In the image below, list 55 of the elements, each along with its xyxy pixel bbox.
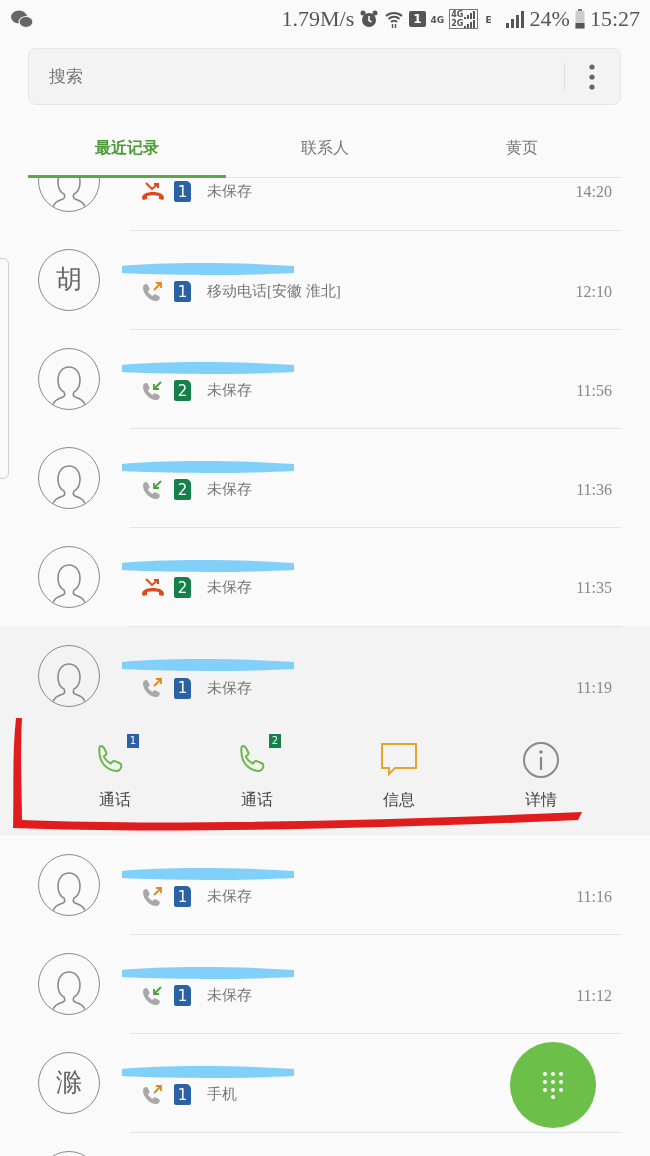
- sim-indicator: 1: [409, 11, 426, 27]
- number-type: 移动电话[安徽 淮北]: [207, 282, 341, 301]
- network-type: E: [485, 15, 492, 25]
- alarm-icon: [359, 9, 380, 29]
- action-button[interactable]: 信息: [328, 725, 470, 835]
- chat-app-icon: [10, 9, 34, 29]
- number-type: 手机: [207, 1085, 237, 1104]
- network-type: 2G: [451, 19, 464, 28]
- sim-badge: 1: [174, 886, 191, 907]
- call-time: 11:35: [576, 578, 612, 597]
- tab[interactable]: 黄页: [423, 122, 621, 178]
- search-bar[interactable]: 搜索: [28, 48, 621, 105]
- more-options-icon[interactable]: [589, 63, 595, 90]
- action-button[interactable]: 2 通话: [186, 725, 328, 835]
- network-speed: 1.79M/s: [281, 6, 355, 32]
- call-time: 12:10: [575, 282, 612, 301]
- number-type: 未保存: [207, 678, 252, 698]
- info-icon: [521, 739, 561, 780]
- wifi-icon: [384, 9, 405, 29]
- avatar: [38, 446, 100, 509]
- number-type: 未保存: [207, 986, 252, 1005]
- missed-call-icon: [140, 180, 166, 203]
- sim-badge: 2: [174, 479, 191, 500]
- number-type: 未保存: [207, 480, 252, 499]
- signal-icon: [504, 10, 525, 28]
- call-time: 11:19: [576, 679, 612, 697]
- call-time: 14:20: [575, 182, 612, 201]
- call-time: 11:56: [576, 381, 612, 400]
- sim-badge: 2: [174, 577, 191, 598]
- call-time: 11:36: [576, 480, 612, 499]
- number-type: 未保存: [207, 182, 252, 201]
- sim-badge: 2: [174, 380, 191, 401]
- search-field[interactable]: 搜索: [47, 65, 564, 88]
- missed-call-icon: [140, 576, 166, 599]
- sim-badge: 1: [174, 281, 191, 302]
- network-type: 4G: [430, 15, 445, 25]
- action-button[interactable]: 1 通话: [44, 725, 186, 835]
- number-type: 未保存: [207, 578, 252, 597]
- tab[interactable]: 联系人: [225, 122, 424, 178]
- battery-icon: [574, 9, 585, 29]
- call-time: 11:16: [576, 887, 612, 906]
- number-type: 未保存: [207, 887, 252, 906]
- sim-badge: 1: [174, 985, 191, 1006]
- network-type: 4G: [451, 10, 464, 19]
- sim-badge: 1: [174, 677, 191, 699]
- sim-badge: 1: [174, 181, 191, 202]
- dial-pad-icon: [541, 1070, 565, 1100]
- battery-percent: 24%: [529, 6, 570, 32]
- sim-badge: 1: [174, 1084, 191, 1105]
- clock: 15:27: [589, 6, 640, 32]
- number-type: 未保存: [207, 381, 252, 400]
- sim-badge: 1: [127, 733, 139, 748]
- action-button[interactable]: 详情: [470, 725, 612, 835]
- sim-badge: 2: [269, 733, 281, 748]
- call-time: 11:12: [576, 986, 612, 1005]
